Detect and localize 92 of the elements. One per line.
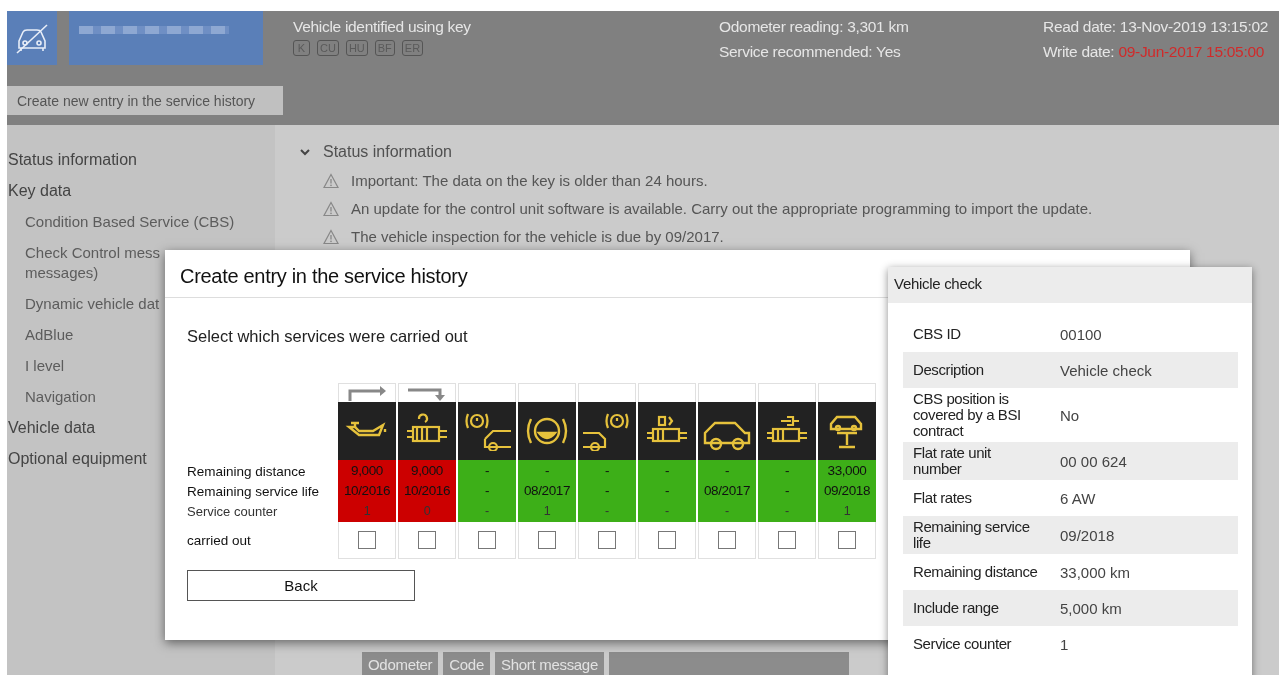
remaining-distance: - [483,462,491,480]
sidebar-item[interactable]: Status information [8,145,137,176]
service-counter: 1 [542,503,552,520]
sidebar-item[interactable]: Key data [8,176,72,207]
warning-message: An update for the control unit software is available. Carry out the appropriate programming to import the update. [351,200,1093,217]
car-brake-icon [583,411,631,451]
service-counter: - [664,503,670,520]
remaining-distance: - [723,462,731,480]
section-title[interactable]: Status information [323,143,452,161]
remaining-service-life: 10/2016 [343,482,391,500]
service-recommended: Service recommended: Yes [719,42,902,62]
detail-label: Flat rates [912,490,973,506]
write-date-label: Write date: [1043,43,1115,60]
remaining-service-life: - [603,482,611,500]
detail-label: Service counter [912,636,1013,652]
sidebar-item[interactable]: Optional equipment [8,444,147,475]
detail-value: Vehicle check [1060,361,1152,379]
remaining-distance: - [783,462,791,480]
remaining-distance: 9,000 [410,462,444,480]
detail-value: 5,000 km [1060,599,1122,617]
remaining-distance: 9,000 [350,462,384,480]
remaining-service-life: 10/2016 [403,482,451,500]
carried-out-checkbox[interactable] [718,531,736,549]
detail-value: 00100 [1060,325,1102,343]
remaining-service-life: - [783,482,791,500]
detail-label: Remaining distance [912,564,1039,580]
row-label: Remaining service life [187,483,321,501]
service-counter: - [484,503,490,520]
detail-value: 09/2018 [1060,526,1115,544]
carried-out-checkbox[interactable] [658,531,676,549]
sidebar-subitem[interactable]: Dynamic vehicle dat [25,289,160,320]
sidebar-subitem[interactable]: Condition Based Service (CBS) [25,207,235,238]
read-date: Read date: 13-Nov-2019 13:15:02 [1043,17,1270,37]
detail-value: 00 00 624 [1060,452,1127,470]
detail-label: Remaining service life [912,519,1031,551]
row-label: Remaining distance [187,463,307,481]
detail-label: Flat rate unit number [912,445,992,477]
create-entry-button[interactable]: Create new entry in the service history [7,86,283,115]
arrow-right-icon [346,385,388,402]
odometer-reading: Odometer reading: 3,301 km [719,17,910,37]
chevron-down-icon[interactable] [299,147,311,157]
sidebar-subitem[interactable]: I level [25,351,65,382]
detail-label: Description [912,362,985,378]
service-counter: - [724,503,730,520]
row-label: carried out [187,532,252,550]
carried-out-checkbox[interactable] [838,531,856,549]
detail-label: CBS ID [912,326,962,342]
carried-out-checkbox[interactable] [598,531,616,549]
sidebar-item[interactable]: Vehicle data [8,413,96,444]
car-brake-icon [463,411,511,451]
carried-out-checkbox[interactable] [418,531,436,549]
detail-value: 1 [1060,635,1069,653]
detail-value: 33,000 km [1060,563,1131,581]
popup-title: Vehicle check [888,267,1252,303]
bottom-tab[interactable]: Odometer [362,652,439,675]
service-counter: - [604,503,610,520]
sidebar-subitem[interactable]: AdBlue [25,320,74,351]
detail-value: 6 AW [1060,489,1096,507]
carried-out-checkbox[interactable] [358,531,376,549]
remaining-service-life: - [483,482,491,500]
row-label: Service counter [187,503,279,521]
service-counter: 1 [842,503,852,520]
identification-label: Vehicle identified using key [293,17,472,37]
sidebar-subitem[interactable]: Check Control mess messages) [25,238,161,289]
bottom-tab[interactable]: Code [443,652,490,675]
write-date-value: 09-Jun-2017 15:05:00 [1118,43,1265,60]
remaining-service-life: 09/2018 [823,482,871,500]
back-button[interactable]: Back [187,570,415,601]
remaining-distance: - [543,462,551,480]
instruction-text: Select which services were carried out [187,327,468,346]
detail-label: CBS position is covered by a BSI contract [912,391,1022,439]
service-counter: - [784,503,790,520]
warning-icon [323,228,339,245]
detail-label: Include range [912,600,1000,616]
warning-icon [323,172,339,189]
sidebar-subitem[interactable]: Navigation [25,382,96,413]
warning-message: The vehicle inspection for the vehicle is due by 09/2017. [351,228,724,245]
carried-out-checkbox[interactable] [538,531,556,549]
carried-out-checkbox[interactable] [478,531,496,549]
warning-message: Important: The data on the key is older than 24 hours. [351,172,708,189]
remaining-distance: - [663,462,671,480]
service-counter: 0 [422,503,432,520]
remaining-service-life: 08/2017 [523,482,571,500]
service-counter: 1 [362,503,372,520]
bottom-tab[interactable]: Short message [494,652,604,675]
remaining-distance: 33,000 [826,462,868,480]
detail-value: No [1060,406,1080,424]
carried-out-checkbox[interactable] [778,531,796,549]
remaining-service-life: 08/2017 [703,482,751,500]
remaining-distance: - [603,462,611,480]
remaining-service-life: - [663,482,671,500]
warning-icon [323,200,339,217]
